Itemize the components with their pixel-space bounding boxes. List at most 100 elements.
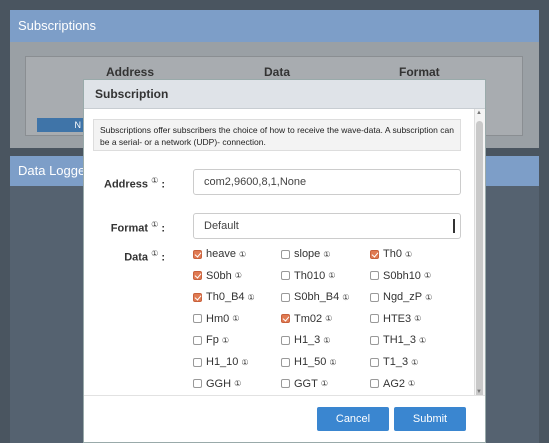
- checkbox-label: H1_3: [294, 334, 321, 347]
- checkbox-icon[interactable]: [193, 271, 202, 281]
- data-checkbox-s0bh[interactable]: S0bh ①: [193, 270, 242, 282]
- data-checkbox-tm02[interactable]: Tm02 ①: [281, 313, 332, 325]
- data-checkbox-ggh[interactable]: GGH ①: [193, 378, 241, 390]
- info-icon[interactable]: ①: [414, 314, 421, 323]
- scrollbar-thumb[interactable]: [476, 121, 483, 401]
- checkbox-icon[interactable]: [370, 379, 379, 389]
- info-icon[interactable]: ①: [329, 358, 336, 367]
- checkbox-label: HTE3: [383, 312, 412, 325]
- format-select[interactable]: Default: [193, 213, 461, 239]
- checkbox-icon[interactable]: [281, 249, 290, 259]
- data-checkbox-fp[interactable]: Fp ①: [193, 334, 229, 346]
- info-icon[interactable]: ①: [323, 250, 330, 259]
- checkbox-icon[interactable]: [370, 314, 379, 324]
- info-icon[interactable]: ①: [323, 336, 330, 345]
- checkbox-icon[interactable]: [193, 379, 202, 389]
- checkbox-icon[interactable]: [370, 357, 379, 367]
- info-icon[interactable]: ①: [408, 379, 415, 388]
- data-checkbox-s0bh-b4[interactable]: S0bh_B4 ①: [281, 291, 349, 303]
- info-icon[interactable]: ①: [234, 379, 241, 388]
- subscriptions-panel-title: Subscriptions: [10, 10, 539, 42]
- submit-button[interactable]: Submit: [394, 407, 466, 431]
- info-icon[interactable]: ①: [235, 271, 242, 280]
- info-icon[interactable]: ①: [151, 220, 158, 229]
- data-checkbox-slope[interactable]: slope ①: [281, 248, 330, 260]
- checkbox-label: Th0: [383, 248, 402, 260]
- info-icon[interactable]: ①: [419, 336, 426, 345]
- info-icon[interactable]: ①: [342, 293, 349, 302]
- info-icon[interactable]: ①: [411, 358, 418, 367]
- modal-footer: Cancel Submit: [84, 395, 485, 442]
- info-icon[interactable]: ①: [151, 249, 158, 258]
- data-checkbox-th010[interactable]: Th010 ①: [281, 270, 335, 282]
- checkbox-icon[interactable]: [370, 335, 379, 345]
- checkbox-label: GGT: [294, 377, 318, 390]
- scroll-up-icon[interactable]: ▲: [476, 110, 482, 116]
- info-text: Subscriptions offer subscribers the choi…: [93, 119, 461, 151]
- checkbox-icon[interactable]: [281, 314, 290, 324]
- checkbox-icon[interactable]: [281, 357, 290, 367]
- info-icon[interactable]: ①: [151, 176, 158, 185]
- modal-scrollbar[interactable]: ▲ ▼: [474, 109, 485, 401]
- info-icon[interactable]: ①: [424, 271, 431, 280]
- checkbox-label: S0bh_B4: [294, 291, 340, 304]
- checkbox-label: Th010: [294, 269, 326, 282]
- checkbox-label: S0bh: [206, 269, 232, 282]
- address-input[interactable]: com2,9600,8,1,None: [193, 169, 461, 195]
- table-header-data: Data: [264, 65, 291, 79]
- data-checkbox-t1-3[interactable]: T1_3 ①: [370, 356, 418, 368]
- info-icon[interactable]: ①: [241, 358, 248, 367]
- checkbox-icon[interactable]: [281, 271, 290, 281]
- checkbox-icon[interactable]: [193, 357, 202, 367]
- data-checkbox-ngd-zp[interactable]: Ngd_zP ①: [370, 291, 432, 303]
- info-icon[interactable]: ①: [425, 293, 432, 302]
- data-checkbox-ggt[interactable]: GGT ①: [281, 378, 328, 390]
- checkbox-icon[interactable]: [281, 335, 290, 345]
- info-icon[interactable]: ①: [232, 314, 239, 323]
- data-checkbox-h1-3[interactable]: H1_3 ①: [281, 334, 330, 346]
- checkbox-label: H1_10: [206, 356, 239, 368]
- address-label: Address ① :: [104, 176, 165, 191]
- modal-title: Subscription: [84, 80, 485, 109]
- checkbox-label: slope: [294, 248, 321, 260]
- data-checkbox-hm0[interactable]: Hm0 ①: [193, 313, 239, 325]
- cancel-button[interactable]: Cancel: [317, 407, 389, 431]
- checkbox-icon[interactable]: [193, 292, 202, 302]
- new-subscription-button[interactable]: N: [37, 118, 85, 132]
- checkbox-label: Th0_B4: [206, 291, 245, 304]
- checkbox-icon[interactable]: [370, 249, 379, 259]
- checkbox-label: Tm02: [294, 312, 323, 325]
- info-icon[interactable]: ①: [321, 379, 328, 388]
- checkbox-icon[interactable]: [370, 271, 379, 281]
- checkbox-label: heave: [206, 248, 236, 260]
- data-checkbox-th1-3[interactable]: TH1_3 ①: [370, 334, 426, 346]
- modal-body[interactable]: Subscriptions offer subscribers the choi…: [84, 109, 475, 442]
- info-icon[interactable]: ①: [248, 293, 255, 302]
- data-checkbox-h1-10[interactable]: H1_10 ①: [193, 356, 249, 368]
- dropdown-caret-icon: [453, 219, 455, 233]
- checkbox-icon[interactable]: [193, 249, 202, 259]
- table-header-format: Format: [399, 65, 440, 79]
- checkbox-icon[interactable]: [370, 292, 379, 302]
- checkbox-icon[interactable]: [281, 292, 290, 302]
- checkbox-icon[interactable]: [193, 314, 202, 324]
- checkbox-label: GGH: [206, 377, 232, 390]
- data-label: Data ① :: [124, 249, 165, 264]
- data-checkbox-h1-50[interactable]: H1_50 ①: [281, 356, 337, 368]
- info-icon[interactable]: ①: [222, 336, 229, 345]
- data-checkbox-s0bh10[interactable]: S0bh10 ①: [370, 270, 431, 282]
- checkbox-label: AG2: [383, 377, 406, 390]
- checkbox-icon[interactable]: [193, 335, 202, 345]
- info-icon[interactable]: ①: [328, 271, 335, 280]
- data-checkbox-heave[interactable]: heave ①: [193, 248, 246, 260]
- data-checkbox-hte3[interactable]: HTE3 ①: [370, 313, 421, 325]
- info-icon[interactable]: ①: [239, 250, 246, 259]
- data-checkbox-th0-b4[interactable]: Th0_B4 ①: [193, 291, 255, 303]
- info-icon[interactable]: ①: [405, 250, 412, 259]
- info-icon[interactable]: ①: [325, 314, 332, 323]
- checkbox-icon[interactable]: [281, 379, 290, 389]
- data-checkbox-ag2[interactable]: AG2 ①: [370, 378, 415, 390]
- checkbox-label: S0bh10: [383, 269, 421, 282]
- data-checkbox-th0[interactable]: Th0 ①: [370, 248, 412, 260]
- format-label: Format ① :: [110, 220, 165, 235]
